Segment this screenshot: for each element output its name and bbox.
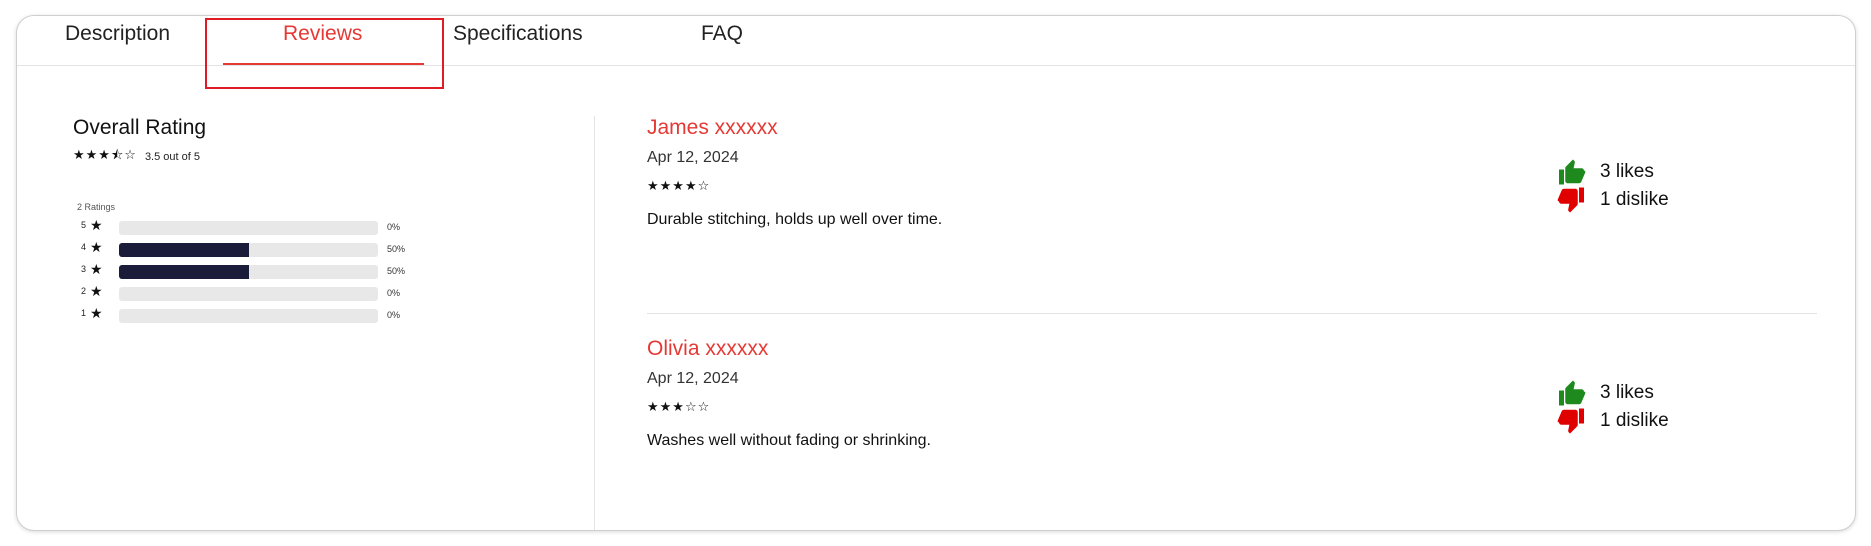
like-button[interactable]: 3 likes bbox=[1555, 158, 1715, 186]
rating-row-label: 5 bbox=[81, 220, 87, 230]
thumbs-down-icon bbox=[1557, 187, 1584, 213]
thumbs-up-icon bbox=[1559, 380, 1586, 406]
review-text: Washes well without fading or shrinking. bbox=[647, 432, 931, 449]
rating-bar-track bbox=[119, 309, 378, 323]
review-date: Apr 12, 2024 bbox=[647, 149, 739, 166]
tab-specifications[interactable]: Specifications bbox=[453, 22, 583, 46]
rating-row-percent: 0% bbox=[387, 222, 401, 232]
overall-stars: ★★★⯪☆ bbox=[73, 147, 137, 162]
thumbs-up-icon bbox=[1559, 159, 1586, 185]
tab-faq[interactable]: FAQ bbox=[701, 22, 743, 46]
review-item: James xxxxxx Apr 12, 2024 ★★★★☆ Durable … bbox=[647, 116, 1817, 316]
ratings-count: 2 Ratings bbox=[77, 202, 116, 212]
star-icon: ★ bbox=[90, 283, 103, 299]
overall-score: 3.5 out of 5 bbox=[144, 151, 200, 163]
rating-bar-fill bbox=[119, 265, 249, 279]
rating-row-label: 3 bbox=[81, 264, 87, 274]
rating-bar-track bbox=[119, 287, 378, 301]
column-divider bbox=[594, 116, 595, 530]
rating-row-percent: 0% bbox=[387, 288, 401, 298]
reviews-panel: Description Reviews Specifications FAQ O… bbox=[16, 15, 1856, 531]
review-divider bbox=[647, 313, 1817, 314]
rating-row-label: 1 bbox=[81, 308, 87, 318]
thumbs-down-icon bbox=[1557, 408, 1584, 434]
rating-row-label: 4 bbox=[81, 242, 87, 252]
review-text: Durable stitching, holds up well over ti… bbox=[647, 211, 943, 228]
tab-reviews[interactable]: Reviews bbox=[283, 22, 362, 46]
review-item: Olivia xxxxxx Apr 12, 2024 ★★★☆☆ Washes … bbox=[647, 337, 1817, 530]
active-tab-underline bbox=[223, 63, 424, 65]
star-icon: ★ bbox=[90, 239, 103, 255]
star-icon: ★ bbox=[90, 261, 103, 277]
like-button[interactable]: 3 likes bbox=[1555, 379, 1715, 407]
tab-description[interactable]: Description bbox=[65, 22, 170, 46]
rating-row-percent: 50% bbox=[387, 266, 406, 276]
rating-bar-track bbox=[119, 221, 378, 235]
reviewer-name: Olivia xxxxxx bbox=[647, 337, 769, 360]
overall-rating-title: Overall Rating bbox=[73, 116, 207, 139]
rating-row-3: 3 ★ 50% bbox=[73, 261, 433, 281]
likes-count: 3 likes bbox=[1600, 161, 1654, 182]
review-stars: ★★★★☆ bbox=[647, 178, 711, 193]
review-date: Apr 12, 2024 bbox=[647, 370, 739, 387]
rating-bar-track bbox=[119, 243, 378, 257]
review-stars: ★★★☆☆ bbox=[647, 399, 711, 414]
rating-row-1: 1 ★ 0% bbox=[73, 305, 433, 325]
star-icon: ★ bbox=[90, 305, 103, 321]
rating-bar-fill bbox=[119, 243, 249, 257]
rating-row-percent: 50% bbox=[387, 244, 406, 254]
dislikes-count: 1 dislike bbox=[1600, 189, 1669, 210]
rating-row-percent: 0% bbox=[387, 310, 401, 320]
rating-row-2: 2 ★ 0% bbox=[73, 283, 433, 303]
likes-count: 3 likes bbox=[1600, 382, 1654, 403]
rating-summary: Overall Rating ★★★⯪☆ 3.5 out of 5 2 Rati… bbox=[73, 116, 433, 323]
dislikes-count: 1 dislike bbox=[1600, 410, 1669, 431]
dislike-button[interactable]: 1 dislike bbox=[1555, 186, 1715, 214]
rating-row-5: 5 ★ 0% bbox=[73, 217, 433, 237]
rating-bar-track bbox=[119, 265, 378, 279]
rating-row-4: 4 ★ 50% bbox=[73, 239, 433, 259]
reviewer-name: James xxxxxx bbox=[647, 116, 778, 139]
tab-bar: Description Reviews Specifications FAQ bbox=[17, 16, 1855, 66]
star-icon: ★ bbox=[90, 217, 103, 233]
dislike-button[interactable]: 1 dislike bbox=[1555, 407, 1715, 435]
rating-row-label: 2 bbox=[81, 286, 87, 296]
